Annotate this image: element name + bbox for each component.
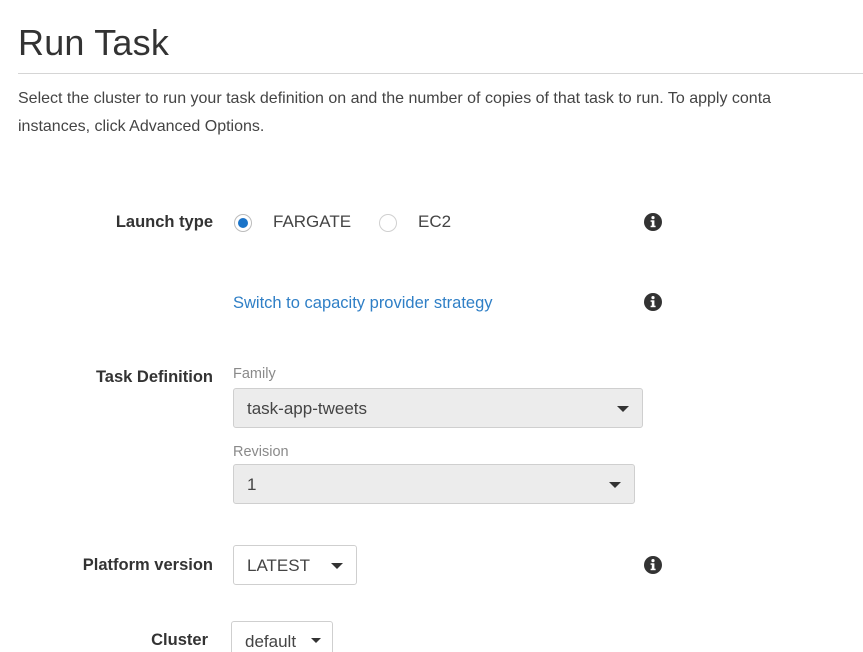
info-glyph [650,216,656,228]
platform-version-value: LATEST [247,556,310,575]
platform-version-select[interactable]: LATEST [233,545,357,585]
fargate-radio-label[interactable]: FARGATE [273,212,351,232]
cluster-label: Cluster [151,631,208,649]
chevron-down-icon [311,638,321,643]
revision-select[interactable]: 1 [233,464,635,504]
switch-capacity-provider-link[interactable]: Switch to capacity provider strategy [233,294,493,313]
info-icon[interactable] [644,293,662,311]
launch-type-label: Launch type [115,213,213,231]
info-icon[interactable] [644,213,662,231]
page-title: Run Task [18,22,170,63]
family-label: Family [233,366,276,382]
chevron-down-icon [609,482,621,488]
ec2-radio-label[interactable]: EC2 [418,212,451,232]
ec2-radio[interactable] [379,214,397,232]
description-line-2: instances, click Advanced Options. [18,118,265,135]
chevron-down-icon [331,563,343,569]
cluster-select[interactable]: default [231,621,333,652]
fargate-radio[interactable] [234,214,252,232]
info-glyph [650,296,656,308]
platform-version-label: Platform version [82,556,213,574]
page-description: Select the cluster to run your task defi… [18,85,863,141]
title-divider [18,73,863,74]
family-select[interactable]: task-app-tweets [233,388,643,428]
revision-select-value: 1 [247,475,257,494]
task-definition-label: Task Definition [95,368,213,386]
description-line-1: Select the cluster to run your task defi… [18,90,772,107]
chevron-down-icon [617,406,629,412]
info-glyph [650,559,656,571]
info-icon[interactable] [644,556,662,574]
cluster-select-value: default [245,632,297,651]
run-task-page: Run Task Select the cluster to run your … [0,0,863,652]
family-select-value: task-app-tweets [247,399,367,418]
revision-label: Revision [233,444,289,460]
